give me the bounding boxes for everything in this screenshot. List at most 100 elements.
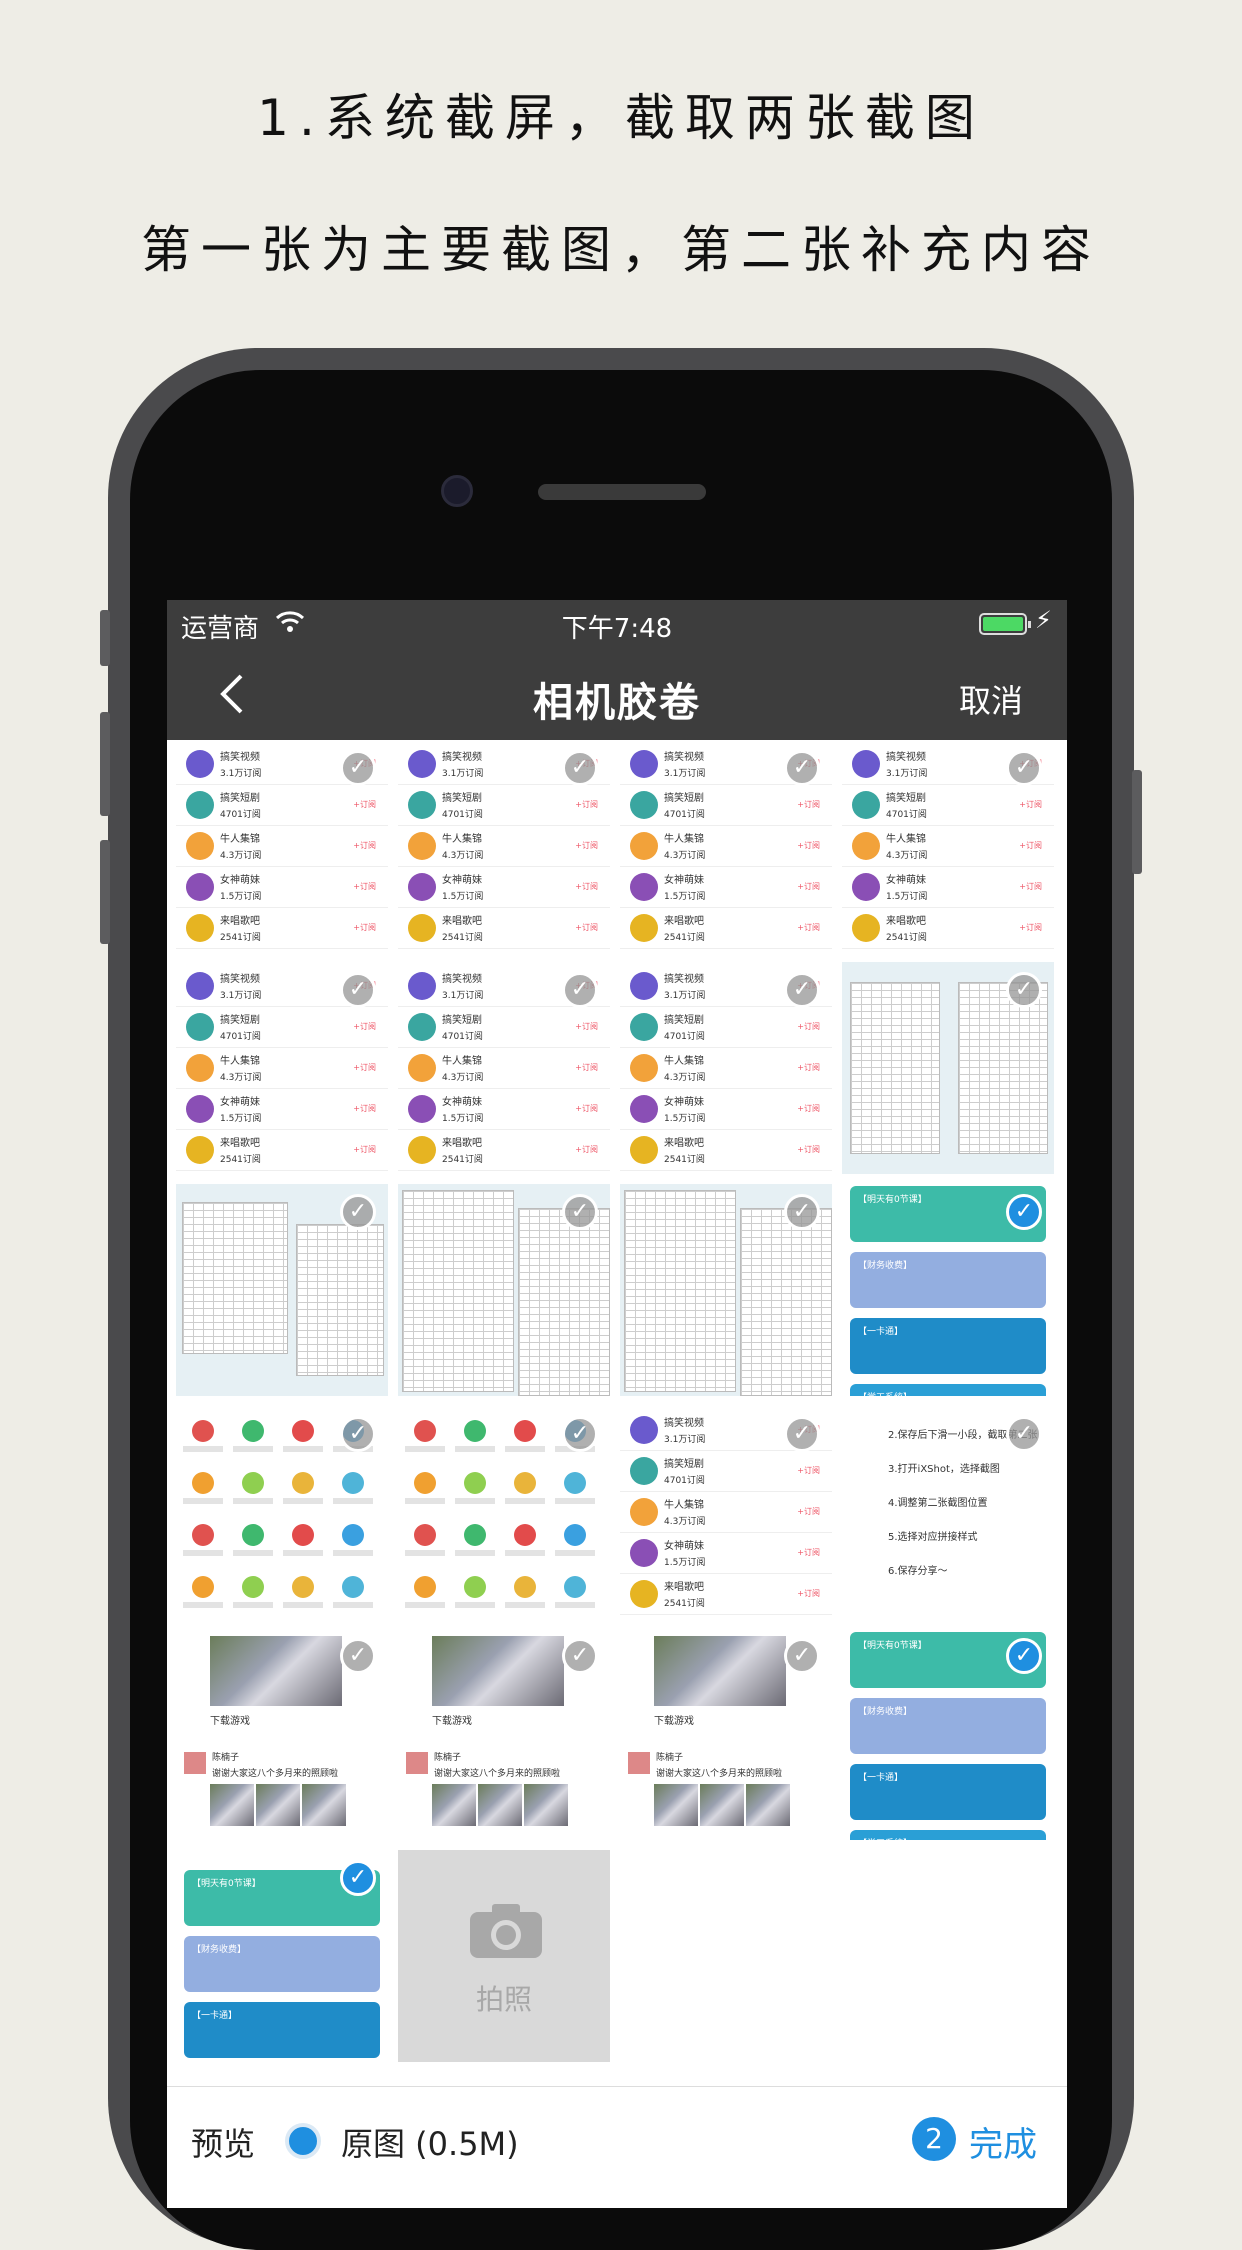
photo-thumbnail[interactable]: 搞笑视频3.1万订阅+订阅搞笑短剧4701订阅+订阅牛人集锦4.3万订阅+订阅女… <box>176 740 388 952</box>
feed-photo <box>432 1636 564 1706</box>
select-check-icon[interactable]: ✓ <box>562 972 598 1008</box>
select-check-icon[interactable]: ✓ <box>340 1194 376 1230</box>
select-check-icon[interactable]: ✓ <box>1006 1638 1042 1674</box>
app-icon-label <box>555 1550 595 1556</box>
select-check-icon[interactable]: ✓ <box>340 750 376 786</box>
list-item: 牛人集锦 4.3万订阅 +订阅 <box>620 826 832 867</box>
charging-icon: ⚡ <box>1035 606 1052 634</box>
photo-thumbnail[interactable]: 下载游戏 陈楠子 谢谢大家这八个多月来的照顾啦 ✓ <box>176 1628 388 1840</box>
list-item: 搞笑短剧 4701订阅 +订阅 <box>398 785 610 826</box>
photo-thumbnail[interactable]: 2.保存后下滑一小段，截取第二张 3.打开iXShot，选择截图 4.调整第二张截图… <box>842 1406 1054 1618</box>
photo-thumbnail[interactable]: 下载游戏 陈楠子 谢谢大家这八个多月来的照顾啦 ✓ <box>398 1628 610 1840</box>
subscribe-label: +订阅 <box>575 1063 598 1072</box>
photo-thumbnail[interactable]: 搞笑视频3.1万订阅+订阅搞笑短剧4701订阅+订阅牛人集锦4.3万订阅+订阅女… <box>620 962 832 1174</box>
avatar <box>408 1013 436 1041</box>
notification-card: 【学工系统】 <box>850 1384 1046 1396</box>
list-item-name: 搞笑视频 <box>220 752 260 763</box>
list-item-count: 3.1万订阅 <box>886 769 928 779</box>
app-icon-label <box>405 1498 445 1504</box>
app-icon <box>514 1576 536 1598</box>
select-check-icon[interactable]: ✓ <box>784 972 820 1008</box>
list-item-name: 女神萌妹 <box>220 875 260 886</box>
cancel-button[interactable]: 取消 <box>959 676 1023 722</box>
select-check-icon[interactable]: ✓ <box>784 1638 820 1674</box>
list-item-name: 搞笑短剧 <box>220 793 260 804</box>
list-item-name: 来唱歌吧 <box>664 916 704 927</box>
list-item-count: 4.3万订阅 <box>664 851 706 861</box>
list-item-count: 2541订阅 <box>664 1155 705 1165</box>
app-icon <box>292 1420 314 1442</box>
photo-thumbnail[interactable]: ✓ <box>176 1406 388 1618</box>
select-check-icon[interactable]: ✓ <box>784 1416 820 1452</box>
list-item-count: 2541订阅 <box>220 1155 261 1165</box>
select-check-icon[interactable]: ✓ <box>340 972 376 1008</box>
list-item-count: 4701订阅 <box>886 810 927 820</box>
front-camera <box>441 475 473 507</box>
list-item-count: 3.1万订阅 <box>664 991 706 1001</box>
select-check-icon[interactable]: ✓ <box>784 1194 820 1230</box>
photo-thumbnail[interactable]: ✓ <box>398 1184 610 1396</box>
document-page <box>182 1202 288 1354</box>
photo-thumbnail[interactable]: 搞笑视频3.1万订阅+订阅搞笑短剧4701订阅+订阅牛人集锦4.3万订阅+订阅女… <box>842 740 1054 952</box>
select-check-icon[interactable]: ✓ <box>562 750 598 786</box>
photo-thumbnail[interactable]: ✓ <box>176 1184 388 1396</box>
headline-line-2: 第一张为主要截图，第二张补充内容 <box>141 221 1101 279</box>
list-item-name: 来唱歌吧 <box>442 1138 482 1149</box>
camera-icon <box>470 1904 542 1958</box>
preview-button[interactable]: 预览 <box>191 2119 255 2165</box>
feed-photo <box>478 1784 522 1826</box>
avatar <box>186 1136 214 1164</box>
select-check-icon[interactable]: ✓ <box>562 1194 598 1230</box>
photo-thumbnail[interactable]: ✓ <box>620 1184 832 1396</box>
photo-thumbnail[interactable]: 搞笑视频3.1万订阅+订阅搞笑短剧4701订阅+订阅牛人集锦4.3万订阅+订阅女… <box>620 1406 832 1618</box>
avatar <box>630 972 658 1000</box>
app-icon-label <box>555 1498 595 1504</box>
select-check-icon[interactable]: ✓ <box>1006 972 1042 1008</box>
select-check-icon[interactable]: ✓ <box>340 1416 376 1452</box>
avatar <box>630 1539 658 1567</box>
photo-thumbnail[interactable]: 【明天有0节课】【财务收费】【一卡通】【学工系统】✓ <box>176 1850 388 2062</box>
photo-thumbnail[interactable]: 搞笑视频3.1万订阅+订阅搞笑短剧4701订阅+订阅牛人集锦4.3万订阅+订阅女… <box>398 962 610 1174</box>
list-item-count: 2541订阅 <box>664 1599 705 1609</box>
feed-photo <box>302 1784 346 1826</box>
photo-thumbnail[interactable]: 搞笑视频3.1万订阅+订阅搞笑短剧4701订阅+订阅牛人集锦4.3万订阅+订阅女… <box>398 740 610 952</box>
select-check-icon[interactable]: ✓ <box>784 750 820 786</box>
list-item-name: 牛人集锦 <box>664 1500 704 1511</box>
app-icon <box>342 1472 364 1494</box>
app-icon-label <box>405 1602 445 1608</box>
subscribe-label: +订阅 <box>353 882 376 891</box>
select-check-icon[interactable]: ✓ <box>562 1638 598 1674</box>
select-check-icon[interactable]: ✓ <box>340 1638 376 1674</box>
list-item-name: 女神萌妹 <box>664 1541 704 1552</box>
done-button[interactable]: 完成 <box>969 2117 1037 2166</box>
photo-thumbnail[interactable]: 搞笑视频3.1万订阅+订阅搞笑短剧4701订阅+订阅牛人集锦4.3万订阅+订阅女… <box>620 740 832 952</box>
notification-card: 【一卡通】 <box>184 2002 380 2058</box>
subscribe-label: +订阅 <box>797 1548 820 1557</box>
app-icon <box>192 1576 214 1598</box>
list-item: 女神萌妹 1.5万订阅 +订阅 <box>176 1089 388 1130</box>
list-item-name: 搞笑视频 <box>220 974 260 985</box>
photo-thumbnail[interactable]: ✓ <box>398 1406 610 1618</box>
photo-thumbnail[interactable]: 【明天有0节课】【财务收费】【一卡通】【学工系统】✓ <box>842 1628 1054 1840</box>
list-item-name: 牛人集锦 <box>442 1056 482 1067</box>
original-size-label[interactable]: 原图 (0.5M) <box>341 2119 519 2165</box>
list-item: 女神萌妹 1.5万订阅 +订阅 <box>620 867 832 908</box>
table-gridlines <box>741 1209 831 1395</box>
avatar <box>406 1752 428 1774</box>
avatar <box>630 1580 658 1608</box>
list-item-name: 牛人集锦 <box>442 834 482 845</box>
photo-thumbnail[interactable]: 下载游戏 陈楠子 谢谢大家这八个多月来的照顾啦 ✓ <box>620 1628 832 1840</box>
original-radio[interactable] <box>285 2123 321 2159</box>
list-item-count: 1.5万订阅 <box>664 892 706 902</box>
list-item-name: 来唱歌吧 <box>664 1138 704 1149</box>
select-check-icon[interactable]: ✓ <box>1006 750 1042 786</box>
take-photo-cell[interactable]: 拍照 <box>398 1850 610 2062</box>
select-check-icon[interactable]: ✓ <box>562 1416 598 1452</box>
photo-thumbnail[interactable]: 【明天有0节课】【财务收费】【一卡通】【学工系统】✓ <box>842 1184 1054 1396</box>
photo-thumbnail[interactable]: ✓ <box>842 962 1054 1174</box>
select-check-icon[interactable]: ✓ <box>1006 1194 1042 1230</box>
list-item-count: 4.3万订阅 <box>664 1517 706 1527</box>
select-check-icon[interactable]: ✓ <box>340 1860 376 1896</box>
select-check-icon[interactable]: ✓ <box>1006 1416 1042 1452</box>
photo-thumbnail[interactable]: 搞笑视频3.1万订阅+订阅搞笑短剧4701订阅+订阅牛人集锦4.3万订阅+订阅女… <box>176 962 388 1174</box>
